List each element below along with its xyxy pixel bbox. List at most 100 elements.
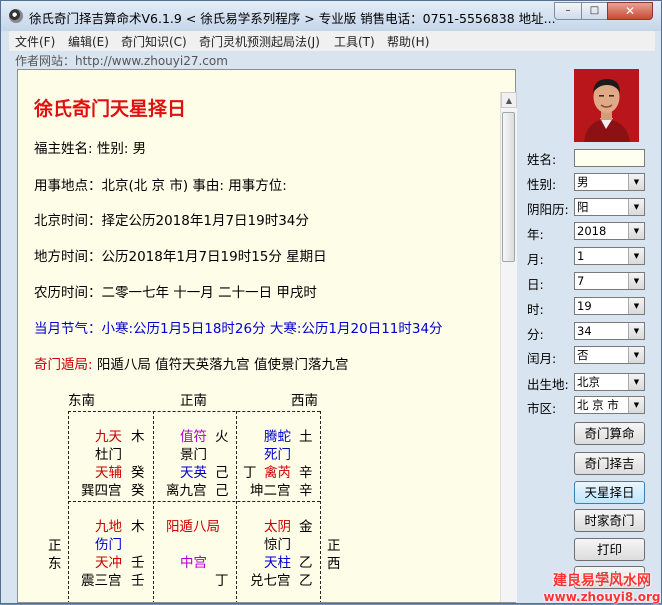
grid-line-inner-1 [153,411,154,602]
minimize-button[interactable]: – [554,2,582,20]
dir-west-2: 西 [327,556,341,572]
birthplace-label: 出生地: [527,377,569,392]
birthplace-select[interactable]: 北京 ▼ [574,373,645,391]
hour-label: 时: [527,302,544,317]
watermark-line-1: 建良易学风水网 [553,573,651,589]
tianxing-date-selection-button[interactable]: 天星择日 [574,481,645,504]
leap-month-label: 闰月: [527,351,557,366]
kun-earth-stem: 辛 [299,483,313,499]
site-watermark: 建良易学风水网 www.zhouyi8.org [541,573,662,605]
menu-edit[interactable]: 编辑(E) [68,33,109,50]
calendar-type-select[interactable]: 阳 ▼ [574,198,645,216]
xun-palace: 巽四宫 [81,483,122,499]
day-select[interactable]: 7 ▼ [574,272,645,290]
dui-earth-stem: 乙 [299,573,313,589]
menu-qimen-knowledge[interactable]: 奇门知识(C) [121,33,187,50]
year-label: 年: [527,227,544,242]
dropdown-arrow-icon[interactable]: ▼ [628,174,644,190]
dir-south: 正南 [180,393,207,409]
dropdown-arrow-icon[interactable]: ▼ [628,374,644,390]
district-select[interactable]: 北 京 市 ▼ [574,396,645,414]
dui-element: 金 [299,519,313,535]
sex-label: 性别: [527,177,557,192]
dropdown-arrow-icon[interactable]: ▼ [628,397,644,413]
xun-heaven-stem: 癸 [131,465,145,481]
dropdown-arrow-icon[interactable]: ▼ [628,323,644,339]
kun-element: 土 [299,429,313,445]
li-star: 天英 [180,465,207,481]
kun-deity: 腾蛇 [264,429,291,445]
dropdown-arrow-icon[interactable]: ▼ [628,347,644,363]
sex-value: 男 [577,175,589,189]
print-button[interactable]: 打印 [574,538,645,561]
qimen-chart: 东南 正南 西南 九天 木 杜门 天辅 癸 巽四宫 癸 值符 火 景门 天英 己… [18,70,515,602]
xun-earth-stem: 癸 [131,483,145,499]
dui-star: 天柱 [264,555,291,571]
dir-southwest: 西南 [291,393,318,409]
close-button[interactable]: ✕ [607,2,653,20]
kun-door: 死门 [264,447,291,463]
watermark-line-2: www.zhouyi8.org [543,590,661,604]
leap-month-select[interactable]: 否 ▼ [574,346,645,364]
menu-tools[interactable]: 工具(T) [334,33,375,50]
zhen-heaven-stem: 壬 [131,555,145,571]
sex-select[interactable]: 男 ▼ [574,173,645,191]
hour-value: 19 [577,299,592,313]
menu-qimen-forecast[interactable]: 奇门灵机预测起局法(J) [199,33,320,50]
kun-palace: 坤二宫 [250,483,291,499]
month-label: 月: [527,252,544,267]
dropdown-arrow-icon[interactable]: ▼ [628,273,644,289]
minute-value: 34 [577,324,592,338]
scroll-thumb[interactable] [502,112,515,262]
district-value: 北 京 市 [577,398,619,412]
dui-palace: 兑七宫 [250,573,291,589]
li-element: 火 [215,429,229,445]
dir-southeast: 东南 [68,393,95,409]
menu-help[interactable]: 帮助(H) [387,33,429,50]
month-select[interactable]: 1 ▼ [574,247,645,265]
shijia-qimen-button[interactable]: 时家奇门 [574,509,645,532]
dropdown-arrow-icon[interactable]: ▼ [628,223,644,239]
scroll-up-icon[interactable]: ▲ [501,92,517,108]
li-deity: 值符 [180,429,207,445]
hour-select[interactable]: 19 ▼ [574,297,645,315]
qimen-date-selection-button[interactable]: 奇门择吉 [574,452,645,475]
day-value: 7 [577,274,585,288]
leap-month-value: 否 [577,348,589,362]
calendar-type-value: 阳 [577,200,589,214]
month-value: 1 [577,249,585,263]
name-input[interactable] [574,149,645,167]
minute-label: 分: [527,327,544,342]
dropdown-arrow-icon[interactable]: ▼ [628,298,644,314]
report-scrollbar[interactable]: ▲ [500,92,517,602]
grid-line-inner-2 [236,411,237,602]
title-bar[interactable]: 徐氏奇门择吉算命术V6.1.9 < 徐氏易学系列程序 > 专业版 销售电话：07… [1,1,661,31]
xun-element: 木 [131,429,145,445]
dir-east-1: 正 [48,538,62,554]
maximize-button[interactable]: □ [581,2,608,20]
dropdown-arrow-icon[interactable]: ▼ [628,248,644,264]
grid-line-middle [68,501,320,502]
report-panel[interactable]: 徐氏奇门天星择日 福主姓名: 性别: 男 用事地点：北京(北 京 市) 事由: … [17,69,516,603]
birthplace-value: 北京 [577,375,600,389]
dir-west-1: 正 [327,538,341,554]
calendar-type-label: 阴阳历: [527,202,569,217]
year-select[interactable]: 2018 ▼ [574,222,645,240]
kun-star: 禽芮 [264,465,291,481]
dui-deity: 太阴 [264,519,291,535]
dropdown-arrow-icon[interactable]: ▼ [628,199,644,215]
zhen-star: 天冲 [95,555,122,571]
kun-hidden-stem: 丁 [243,465,257,481]
li-earth-stem: 己 [215,483,229,499]
grid-line-top [68,411,320,412]
window-title: 徐氏奇门择吉算命术V6.1.9 < 徐氏易学系列程序 > 专业版 销售电话：07… [29,11,556,26]
minute-select[interactable]: 34 ▼ [574,322,645,340]
zhen-element: 木 [131,519,145,535]
zhen-deity: 九地 [95,519,122,535]
qimen-fortune-button[interactable]: 奇门算命 [574,422,645,445]
author-website: 作者网站：http://www.zhouyi27.com [15,54,228,68]
district-label: 市区: [527,401,557,416]
zhen-earth-stem: 壬 [131,573,145,589]
menu-file[interactable]: 文件(F) [15,33,55,50]
kun-heaven-stem: 辛 [299,465,313,481]
